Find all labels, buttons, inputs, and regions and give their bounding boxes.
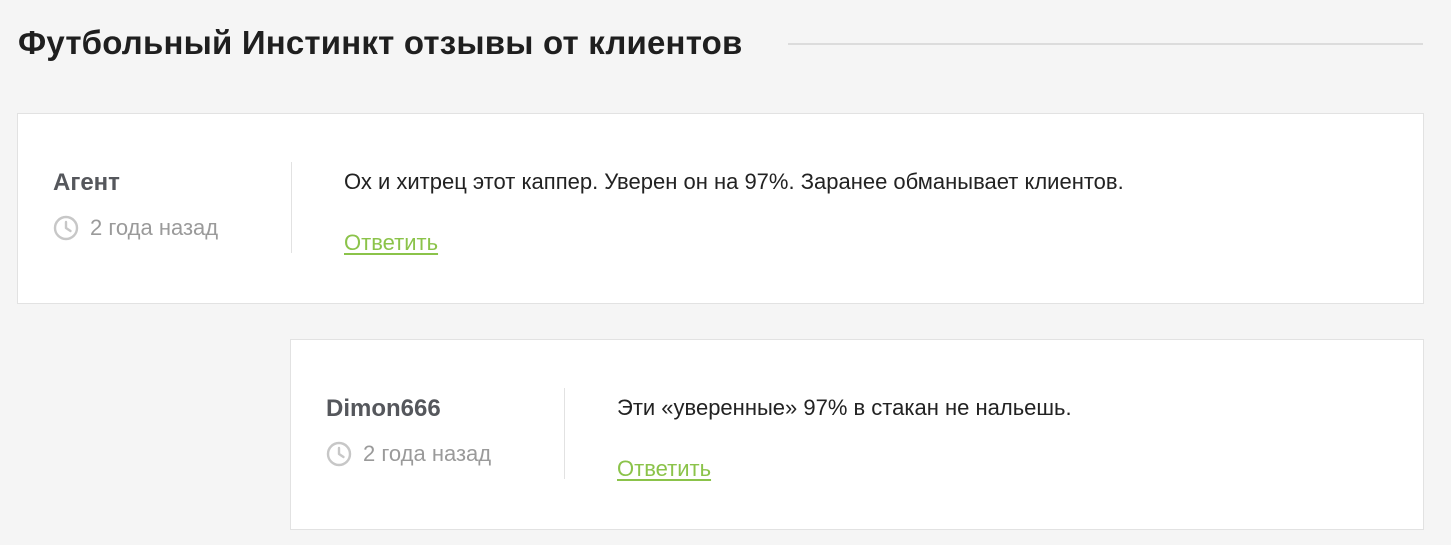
review-author-name: Агент bbox=[53, 169, 120, 196]
clock-icon bbox=[326, 441, 352, 467]
review-time: 2 года назад bbox=[363, 441, 492, 466]
review-author-column: Dimon666 2 года назад bbox=[326, 388, 565, 479]
review-meta: 2 года назад bbox=[53, 215, 291, 241]
title-divider bbox=[788, 43, 1423, 45]
reply-link[interactable]: Ответить bbox=[344, 230, 438, 256]
review-card-reply: Dimon666 2 года назад Эти «уверенные» 97… bbox=[290, 339, 1424, 530]
review-author-name: Dimon666 bbox=[326, 395, 441, 422]
review-meta: 2 года назад bbox=[326, 441, 564, 467]
review-author-column: Агент 2 года назад bbox=[53, 162, 292, 253]
page-title: Футбольный Инстинкт отзывы от клиентов bbox=[18, 24, 743, 61]
review-time: 2 года назад bbox=[90, 215, 219, 240]
review-card: Агент 2 года назад Ох и хитрец этот капп… bbox=[17, 113, 1424, 304]
review-content: Эти «уверенные» 97% в стакан не нальешь.… bbox=[617, 394, 1393, 482]
clock-icon bbox=[53, 215, 79, 241]
review-text: Ох и хитрец этот каппер. Уверен он на 97… bbox=[344, 169, 1124, 194]
review-content: Ох и хитрец этот каппер. Уверен он на 97… bbox=[344, 168, 1393, 256]
reply-link[interactable]: Ответить bbox=[617, 456, 711, 482]
page-header: Футбольный Инстинкт отзывы от клиентов bbox=[18, 18, 1423, 68]
review-text: Эти «уверенные» 97% в стакан не нальешь. bbox=[617, 395, 1072, 420]
